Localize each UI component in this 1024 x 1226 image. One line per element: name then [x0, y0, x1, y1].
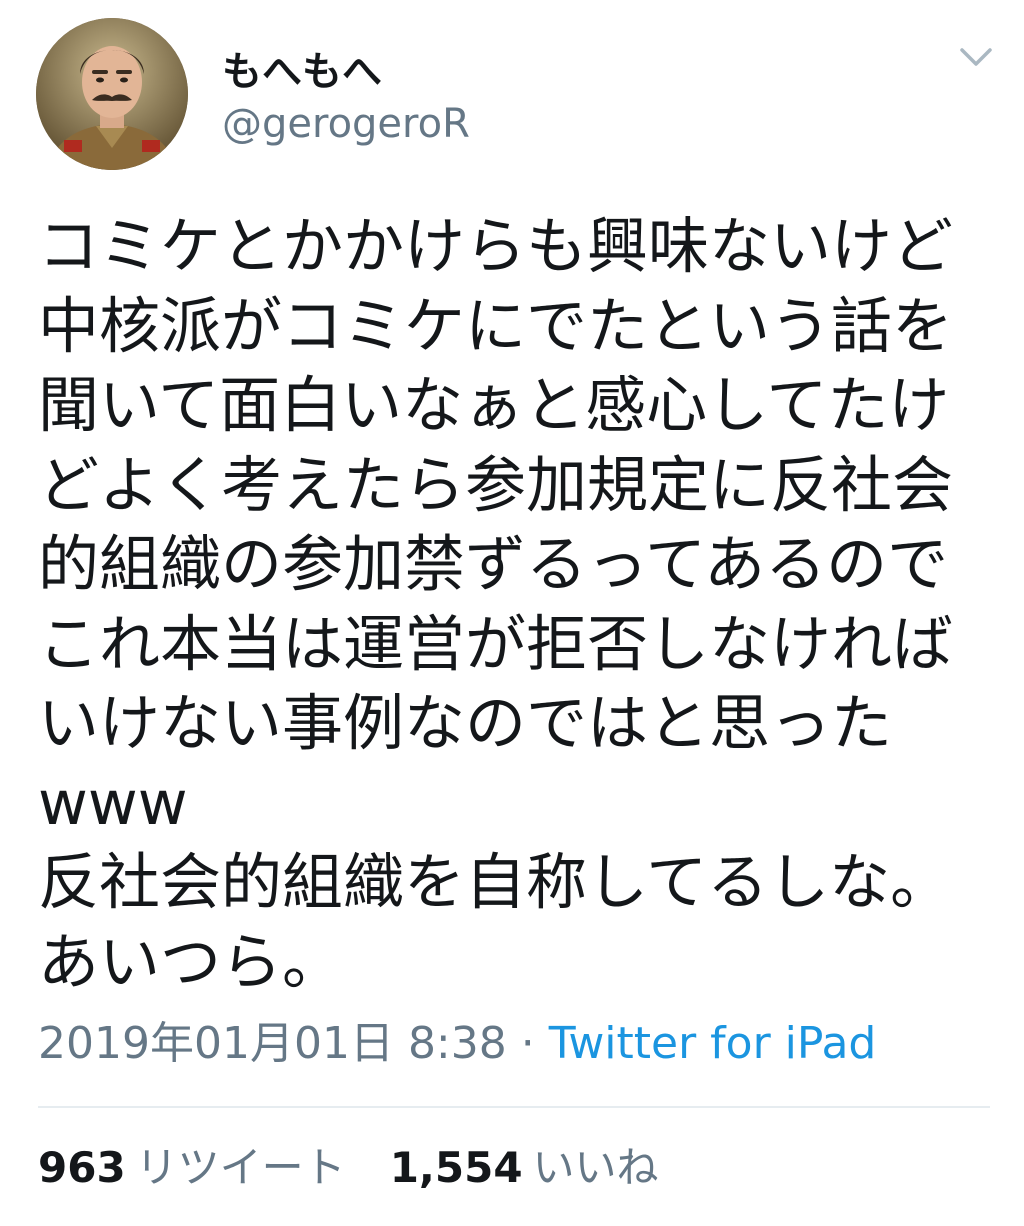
chevron-down-icon[interactable] [956, 42, 996, 72]
tweet-source-link[interactable]: Twitter for iPad [549, 1018, 877, 1069]
retweets-stat[interactable]: 963 リツイート [38, 1140, 346, 1196]
display-name[interactable]: もへもへ [222, 48, 382, 96]
tweet-meta: 2019年01月01日 8:38 · Twitter for iPad [38, 1016, 876, 1072]
likes-label: いいね [532, 1143, 659, 1192]
avatar-portrait [36, 18, 188, 170]
tweet-card: もへもへ @gerogeroR コミケとかかけらも興味ないけど 中核派がコミケに… [0, 0, 1024, 1226]
tweet-timestamp[interactable]: 2019年01月01日 8:38 [38, 1018, 507, 1069]
retweets-label: リツイート [135, 1143, 346, 1192]
likes-stat[interactable]: 1,554 いいね [390, 1140, 659, 1196]
tweet-stats: 963 リツイート 1,554 いいね [38, 1140, 659, 1196]
divider [38, 1106, 990, 1108]
tweet-text: コミケとかかけらも興味ないけど 中核派がコミケにでたという話を 聞いて面白いなぁ… [38, 211, 954, 998]
avatar[interactable] [36, 18, 188, 170]
likes-count: 1,554 [389, 1143, 523, 1192]
meta-separator: · [506, 1018, 549, 1069]
retweets-count: 963 [38, 1143, 126, 1192]
user-handle[interactable]: @gerogeroR [222, 100, 470, 148]
